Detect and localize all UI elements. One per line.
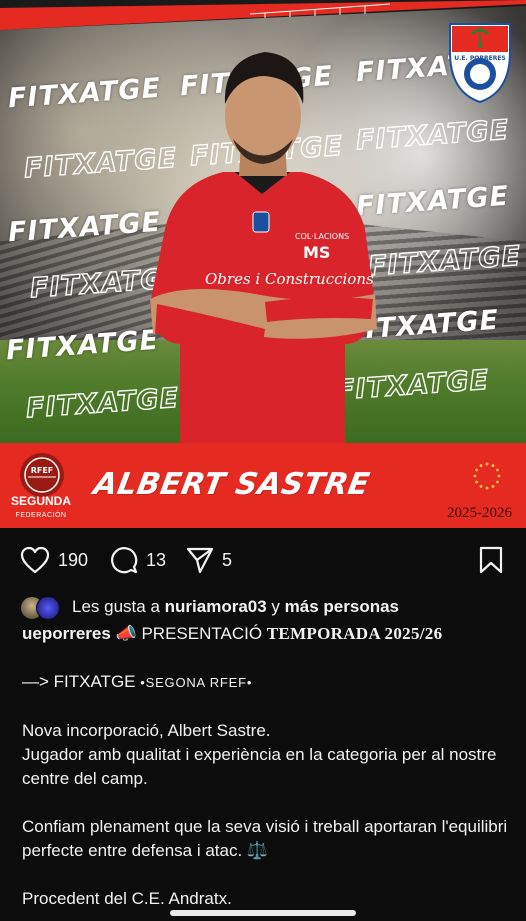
svg-text:RFEF: RFEF [31,466,54,475]
avatar [36,596,60,620]
svg-text:MS: MS [303,243,330,262]
caption-signing: —> FITXATGE [22,672,136,691]
player-name: ALBERT SASTRE [90,467,373,502]
likes-text: Les gusta a nuriamora03 y más personas [72,597,399,617]
caption-paragraph: Procedent del C.E. Andratx. [22,889,232,908]
comment-button[interactable]: 13 [110,546,166,574]
svg-text:Obres i Construccions: Obres i Construccions [205,270,374,288]
like-button[interactable]: 190 [20,546,88,574]
league-name: SEGUNDA FEDERACIÓN [6,495,76,522]
liker-avatars [20,595,66,620]
likes-connector: y [271,597,280,616]
caption-paragraph: Jugador amb qualitat i experiència en la… [22,745,497,788]
home-indicator[interactable] [170,910,356,916]
caption-paragraph: Confiam plenament que la seva visió i tr… [22,817,508,860]
bookmark-icon [479,546,503,574]
likes-others-link[interactable]: más personas [285,597,399,616]
comment-count: 13 [146,549,167,570]
post-caption: ueporreres 📣 PRESENTACIÓ TEMPORADA 2025/… [22,622,512,911]
caption-season: TEMPORADA 2025/26 [266,624,443,643]
send-icon [186,547,214,574]
save-button[interactable] [478,546,504,579]
player-photo: Obres i Construccions COL·LACIONS MS [150,52,377,444]
player-name-band: RFEF SEGUNDA FEDERACIÓN ALBERT SASTRE 20… [0,443,526,528]
liker-username[interactable]: nuriamora03 [165,597,267,616]
caption-signing-line: —> FITXATGE •SEGONA RFEF• [22,670,512,695]
caption-paragraph: Nova incorporació, Albert Sastre. [22,721,271,740]
caption-headline-text: PRESENTACIÓ [141,624,263,643]
megaphone-icon: 📣 [115,624,137,643]
season-label: 2025-2026 [447,505,512,521]
caption-username[interactable]: ueporreres [22,624,111,643]
svg-text:U.E. PORRERES: U.E. PORRERES [454,55,506,62]
club-badge-icon: U.E. PORRERES [449,23,511,104]
share-count: 5 [222,549,233,570]
comment-icon [111,547,138,574]
share-button[interactable]: 5 [186,546,232,574]
caption-league: •SEGONA RFEF• [140,675,253,690]
stars-circle-icon [473,462,501,490]
post-image[interactable]: FITXATGE FITXATGE FITXATGE FITXATGE FITX… [0,0,526,528]
likes-summary[interactable]: Les gusta a nuriamora03 y más personas [20,594,520,620]
svg-text:COL·LACIONS: COL·LACIONS [295,232,349,241]
league-name-sub: FEDERACIÓN [15,512,67,519]
action-bar: 190 13 5 [0,540,526,580]
likes-prefix: Les gusta a [72,597,160,616]
caption-headline: ueporreres 📣 PRESENTACIÓ TEMPORADA 2025/… [22,622,512,646]
heart-icon [20,546,50,574]
like-count: 190 [58,549,89,570]
league-name-main: SEGUNDA [10,494,71,508]
